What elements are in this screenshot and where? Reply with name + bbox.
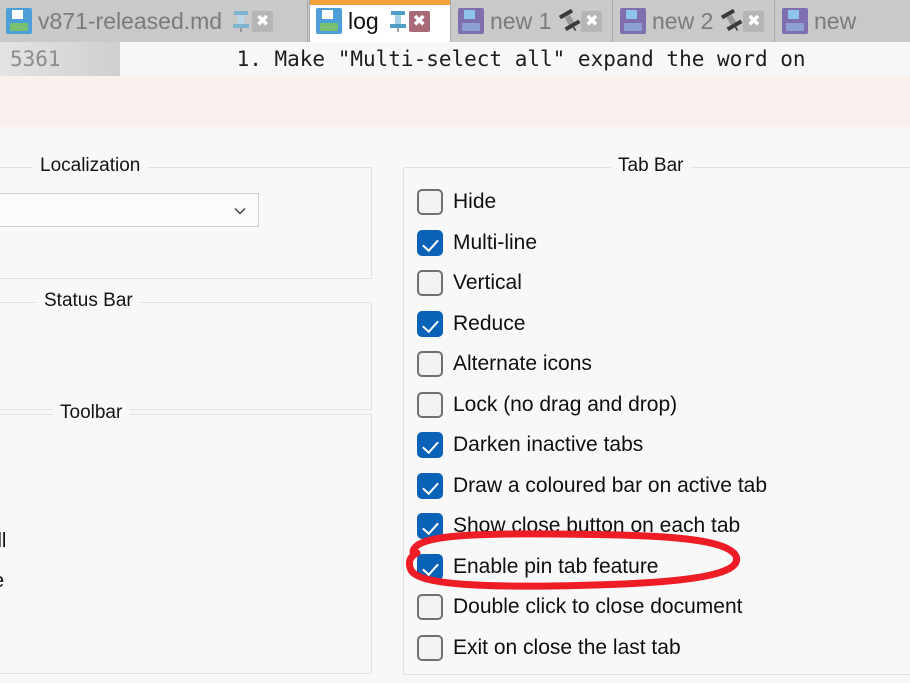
checkbox-checked-icon[interactable] bbox=[417, 432, 443, 459]
checkbox-unchecked-icon[interactable] bbox=[417, 634, 443, 661]
checkbox-unchecked-icon[interactable] bbox=[417, 594, 443, 621]
close-icon[interactable]: ✖ bbox=[252, 10, 274, 32]
localization-combobox[interactable] bbox=[0, 193, 259, 227]
radio-row[interactable]: : small bbox=[0, 601, 6, 641]
checkbox-row[interactable]: Hide bbox=[417, 182, 767, 223]
radio-row[interactable]: e bbox=[0, 481, 6, 521]
checkbox-label: Draw a coloured bar on active tab bbox=[453, 473, 768, 497]
highlight-band bbox=[0, 76, 910, 127]
radio-label: I: small bbox=[0, 529, 7, 552]
checkbox-label: Alternate icons bbox=[453, 352, 592, 376]
checkbox-row[interactable]: Show close button on each tab bbox=[417, 506, 767, 547]
checkbox-row[interactable]: Exit on close the last tab bbox=[417, 628, 767, 669]
checkbox-checked-icon[interactable] bbox=[417, 472, 443, 499]
line-number-gutter: 5361 bbox=[0, 42, 120, 76]
checkbox-label: Exit on close the last tab bbox=[453, 635, 681, 659]
group-tab-bar: Tab Bar Hide Multi-line Vertical Reduce Alte… bbox=[403, 155, 910, 675]
floppy-icon bbox=[458, 8, 484, 34]
tab-new-1[interactable]: new 1 ✖ bbox=[452, 0, 613, 42]
editor-line[interactable]: 5361 1. Make "Multi-select all" expand t… bbox=[0, 42, 910, 77]
floppy-icon bbox=[620, 8, 646, 34]
pin-icon[interactable] bbox=[230, 9, 252, 33]
radio-row[interactable]: ll bbox=[0, 441, 6, 481]
checkbox-unchecked-icon[interactable] bbox=[417, 189, 443, 216]
radio-label: : small bbox=[0, 610, 1, 633]
tab-label: v871-released.md bbox=[38, 7, 223, 34]
radio-label: I: large bbox=[0, 570, 4, 593]
checkbox-label: Lock (no drag and drop) bbox=[453, 392, 678, 416]
checkbox-row[interactable]: Multi-line bbox=[417, 223, 767, 264]
checkbox-row[interactable]: Enable pin tab feature bbox=[417, 547, 767, 588]
pin-icon[interactable] bbox=[559, 8, 581, 33]
editor-line-text[interactable]: 1. Make "Multi-select all" expand the wo… bbox=[120, 47, 806, 71]
checkbox-label: Vertical bbox=[453, 271, 522, 295]
active-tab-accent-bar bbox=[310, 0, 450, 5]
floppy-icon bbox=[782, 8, 808, 34]
checkbox-label: Enable pin tab feature bbox=[453, 554, 659, 578]
pin-icon[interactable] bbox=[721, 8, 743, 33]
tab-new-2[interactable]: new 2 ✖ bbox=[614, 0, 775, 42]
checkbox-row[interactable]: Vertical bbox=[417, 263, 767, 304]
checkbox-row[interactable]: Darken inactive tabs bbox=[417, 425, 767, 466]
group-localization: Localization bbox=[0, 155, 372, 279]
checkbox-label: Show close button on each tab bbox=[453, 514, 741, 538]
toolbar-radio-list: ll e I: small I: large : small bbox=[0, 441, 6, 641]
tab-label: new bbox=[814, 7, 857, 34]
checkbox-unchecked-icon[interactable] bbox=[417, 391, 443, 418]
checkbox-label: Darken inactive tabs bbox=[453, 433, 644, 457]
group-title-toolbar: Toolbar bbox=[53, 402, 130, 424]
checkbox-row[interactable]: Double click to close document bbox=[417, 587, 767, 628]
group-title-tab-bar: Tab Bar bbox=[611, 155, 691, 177]
close-icon[interactable]: ✖ bbox=[408, 10, 430, 32]
checkbox-checked-icon[interactable] bbox=[417, 513, 443, 540]
tab-new[interactable]: new bbox=[776, 0, 910, 42]
checkbox-row[interactable]: Lock (no drag and drop) bbox=[417, 385, 767, 426]
group-toolbar: Toolbar ll e I: small I: large : small bbox=[0, 402, 372, 674]
checkbox-label: Multi-line bbox=[453, 230, 538, 254]
group-title-localization: Localization bbox=[33, 155, 148, 177]
floppy-icon bbox=[6, 8, 32, 34]
checkbox-row[interactable]: Draw a coloured bar on active tab bbox=[417, 466, 767, 507]
close-icon[interactable]: ✖ bbox=[581, 10, 603, 32]
floppy-icon bbox=[316, 8, 342, 34]
tab-bar[interactable]: v871-released.md ✖ log ✖ new 1 ✖ new 2 ✖… bbox=[0, 0, 910, 42]
pin-icon[interactable] bbox=[387, 9, 409, 33]
tab-label: new 1 bbox=[490, 7, 552, 34]
checkbox-label: Double click to close document bbox=[453, 595, 743, 619]
tab-bar-checkbox-list: Hide Multi-line Vertical Reduce Alternate ic… bbox=[417, 182, 767, 668]
checkbox-checked-icon[interactable] bbox=[417, 229, 443, 256]
close-icon[interactable]: ✖ bbox=[743, 10, 765, 32]
group-title-status-bar: Status Bar bbox=[37, 290, 140, 312]
tab-label: log bbox=[348, 7, 379, 34]
preferences-dialog: Localization Status Bar Toolbar ll e I: … bbox=[0, 127, 910, 683]
tab-log[interactable]: log ✖ bbox=[309, 0, 451, 42]
checkbox-label: Reduce bbox=[453, 311, 526, 335]
checkbox-unchecked-icon[interactable] bbox=[417, 351, 443, 378]
chevron-down-icon bbox=[232, 203, 248, 219]
tab-v871-released-md[interactable]: v871-released.md ✖ bbox=[0, 0, 308, 42]
checkbox-row[interactable]: Alternate icons bbox=[417, 344, 767, 385]
group-status-bar: Status Bar bbox=[0, 290, 372, 410]
tab-label: new 2 bbox=[652, 7, 714, 34]
checkbox-unchecked-icon[interactable] bbox=[417, 270, 443, 297]
checkbox-label: Hide bbox=[453, 190, 497, 214]
checkbox-checked-icon[interactable] bbox=[417, 553, 443, 580]
radio-row[interactable]: I: small bbox=[0, 521, 6, 561]
app-window: v871-released.md ✖ log ✖ new 1 ✖ new 2 ✖… bbox=[0, 0, 910, 683]
radio-row[interactable]: I: large bbox=[0, 561, 6, 601]
checkbox-checked-icon[interactable] bbox=[417, 310, 443, 337]
checkbox-row[interactable]: Reduce bbox=[417, 304, 767, 345]
